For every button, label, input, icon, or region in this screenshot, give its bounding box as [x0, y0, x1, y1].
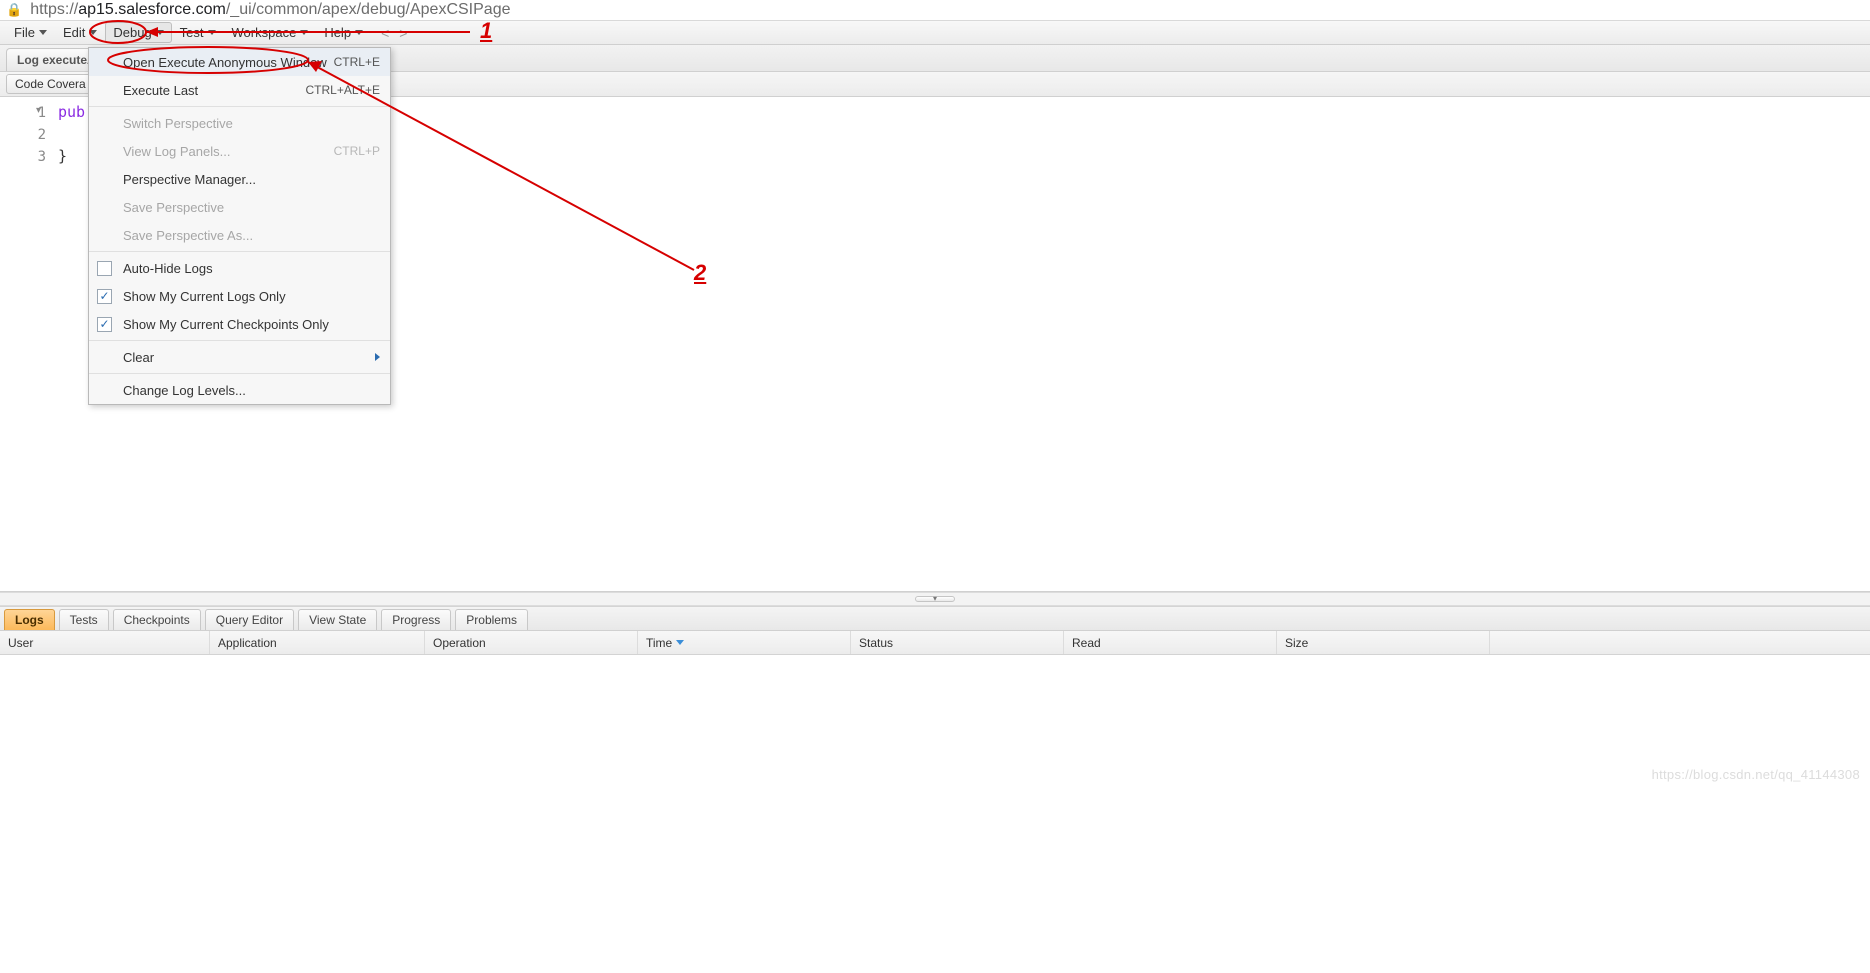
menu-edit[interactable]: Edit — [55, 22, 105, 43]
code-coverage-dropdown[interactable]: Code Covera — [6, 74, 95, 94]
debug-menu-item[interactable]: Open Execute Anonymous WindowCTRL+E — [89, 48, 390, 76]
debug-menu-item[interactable]: Change Log Levels... — [89, 376, 390, 404]
tab-view-state[interactable]: View State — [298, 609, 377, 630]
nav-forward-icon[interactable]: > — [399, 25, 407, 41]
menu-bar: File Edit Debug Test Workspace Help < > — [0, 20, 1870, 45]
chevron-right-icon — [375, 353, 380, 361]
fold-toggle-icon[interactable]: ▾ — [36, 105, 41, 116]
debug-menu-item[interactable]: Show My Current Checkpoints Only — [89, 310, 390, 338]
logs-column-headers: User Application Operation Time Status R… — [0, 631, 1870, 655]
tab-checkpoints[interactable]: Checkpoints — [113, 609, 201, 630]
debug-menu-item: Save Perspective As... — [89, 221, 390, 249]
chevron-down-icon — [89, 30, 97, 35]
menu-file[interactable]: File — [6, 22, 55, 43]
menu-help[interactable]: Help — [316, 22, 371, 43]
debug-menu-item[interactable]: Auto-Hide Logs — [89, 254, 390, 282]
bottom-tab-row: Logs Tests Checkpoints Query Editor View… — [0, 607, 1870, 631]
browser-url-bar: 🔒 https://ap15.salesforce.com/_ui/common… — [0, 0, 1870, 20]
chevron-down-icon — [39, 30, 47, 35]
nav-arrows: < > — [381, 25, 407, 41]
watermark-text: https://blog.csdn.net/qq_41144308 — [1652, 767, 1860, 782]
menu-test[interactable]: Test — [172, 22, 224, 43]
debug-menu-item: View Log Panels...CTRL+P — [89, 137, 390, 165]
debug-menu-item[interactable]: Perspective Manager... — [89, 165, 390, 193]
sort-desc-icon — [676, 640, 684, 645]
tab-tests[interactable]: Tests — [59, 609, 109, 630]
tab-problems[interactable]: Problems — [455, 609, 528, 630]
page-url: https://ap15.salesforce.com/_ui/common/a… — [30, 1, 510, 19]
checkbox-icon — [97, 261, 112, 276]
checkbox-icon — [97, 289, 112, 304]
col-time[interactable]: Time — [638, 631, 851, 654]
col-size[interactable]: Size — [1277, 631, 1490, 654]
debug-menu-item[interactable]: Execute LastCTRL+ALT+E — [89, 76, 390, 104]
col-operation[interactable]: Operation — [425, 631, 638, 654]
tab-query-editor[interactable]: Query Editor — [205, 609, 294, 630]
col-status[interactable]: Status — [851, 631, 1064, 654]
tab-logs[interactable]: Logs — [4, 609, 55, 630]
debug-menu-item[interactable]: Clear — [89, 343, 390, 371]
menu-debug[interactable]: Debug — [105, 22, 171, 43]
chevron-down-icon — [156, 30, 164, 35]
lock-icon: 🔒 — [6, 2, 22, 18]
bottom-panel: Logs Tests Checkpoints Query Editor View… — [0, 606, 1870, 786]
menu-workspace[interactable]: Workspace — [224, 22, 317, 43]
debug-dropdown-menu: Open Execute Anonymous WindowCTRL+EExecu… — [88, 47, 391, 405]
checkbox-icon — [97, 317, 112, 332]
chevron-down-icon — [208, 30, 216, 35]
chevron-down-icon — [355, 30, 363, 35]
nav-back-icon[interactable]: < — [381, 25, 389, 41]
col-user[interactable]: User — [0, 631, 210, 654]
col-read[interactable]: Read — [1064, 631, 1277, 654]
logs-table-body: https://blog.csdn.net/qq_41144308 — [0, 655, 1870, 786]
grip-icon — [915, 596, 955, 602]
debug-menu-item[interactable]: Show My Current Logs Only — [89, 282, 390, 310]
editor-gutter: 1 2 3 — [0, 97, 52, 591]
col-application[interactable]: Application — [210, 631, 425, 654]
tab-progress[interactable]: Progress — [381, 609, 451, 630]
debug-menu-item: Switch Perspective — [89, 109, 390, 137]
debug-menu-item: Save Perspective — [89, 193, 390, 221]
panel-splitter[interactable] — [0, 592, 1870, 606]
chevron-down-icon — [300, 30, 308, 35]
